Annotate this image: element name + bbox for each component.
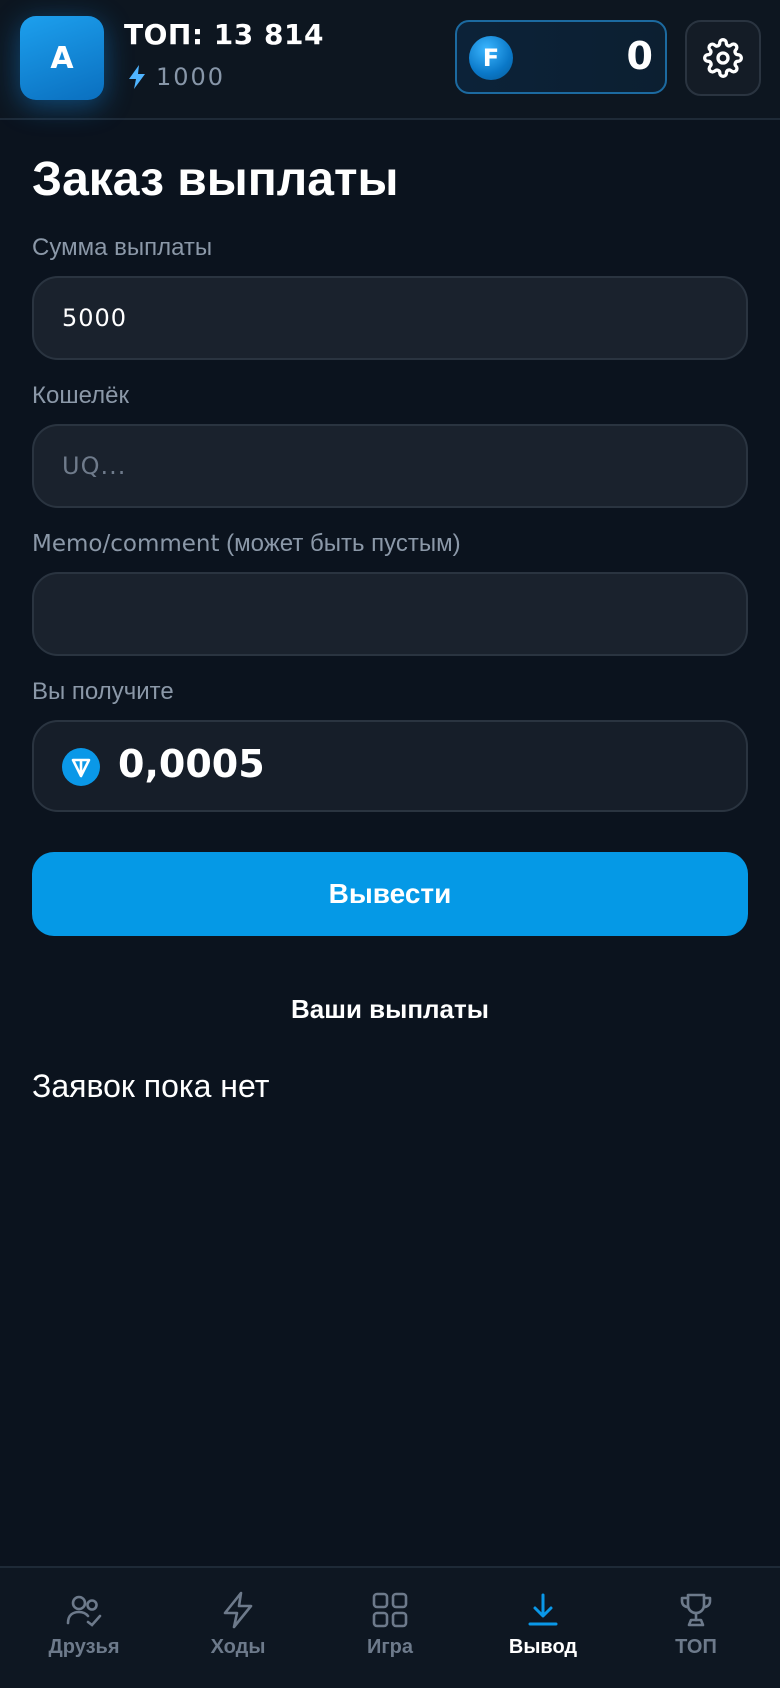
coin-icon: F <box>469 36 513 80</box>
memo-input[interactable] <box>32 572 748 656</box>
nav-item-withdraw[interactable]: Вывод <box>465 1568 621 1688</box>
avatar[interactable]: A <box>20 16 104 100</box>
grid-icon <box>372 1592 408 1628</box>
memo-label-main: Memo/comment <box>32 531 220 557</box>
wallet-label: Кошелёк <box>32 382 129 409</box>
ton-icon <box>62 748 100 786</box>
nav-item-moves[interactable]: Ходы <box>160 1568 316 1688</box>
page-title: Заказ выплаты <box>32 153 399 206</box>
energy-value: 1000 <box>156 63 226 91</box>
nav-item-top[interactable]: ТОП <box>618 1568 774 1688</box>
nav-label: Игра <box>366 1636 414 1658</box>
top-rank: ТОП: 13 814 <box>124 18 324 51</box>
nav-label: Ходы <box>210 1636 266 1658</box>
amount-input[interactable] <box>32 276 748 360</box>
lightning-icon <box>129 65 145 89</box>
download-icon <box>528 1593 558 1626</box>
nav-item-friends[interactable]: Друзья <box>6 1568 162 1688</box>
nav-label: Вывод <box>508 1636 578 1658</box>
nav-label: ТОП <box>675 1636 717 1658</box>
trophy-icon <box>680 1593 712 1627</box>
memo-label-hint: (может быть пустым) <box>226 530 461 557</box>
memo-label: Memo/comment (может быть пустым) <box>32 530 461 558</box>
nav-label: Друзья <box>48 1636 120 1658</box>
payouts-empty-text: Заявок пока нет <box>32 1068 270 1104</box>
withdraw-button[interactable]: Вывести <box>32 852 748 936</box>
nav-item-game[interactable]: Игра <box>312 1568 468 1688</box>
top-bar: A ТОП: 13 814 1000 F 0 <box>0 0 780 120</box>
balance-display[interactable]: F 0 <box>455 20 667 94</box>
bottom-nav: Друзья Ходы Игра Вывод ТОП <box>0 1566 780 1688</box>
wallet-input[interactable] <box>32 424 748 508</box>
balance-value: 0 <box>626 34 653 78</box>
receive-label: Вы получите <box>32 678 174 705</box>
settings-button[interactable] <box>685 20 761 96</box>
receive-amount-box: 0,0005 <box>32 720 748 812</box>
receive-value: 0,0005 <box>118 742 265 786</box>
gear-icon <box>703 38 743 78</box>
energy-counter: 1000 <box>126 62 225 92</box>
lightning-icon <box>223 1591 253 1629</box>
friends-icon <box>66 1595 102 1627</box>
amount-label: Сумма выплаты <box>32 234 213 261</box>
payouts-heading: Ваши выплаты <box>291 994 489 1024</box>
